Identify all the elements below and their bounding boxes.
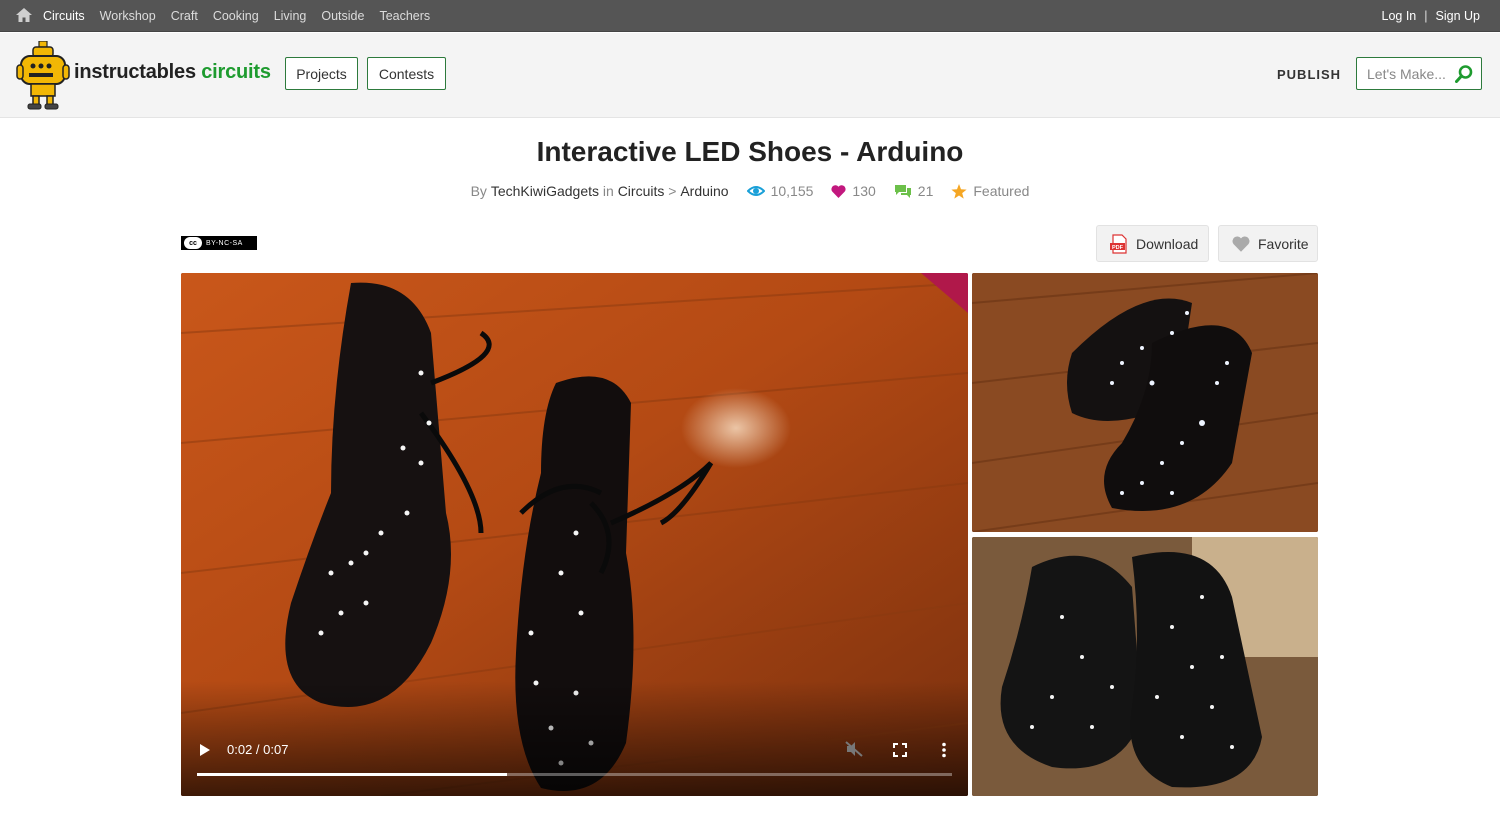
favorites-count: 130: [852, 183, 876, 199]
license-text: BY-NC-SA: [206, 239, 243, 247]
gallery-thumbnail-1[interactable]: [972, 273, 1318, 532]
author-link[interactable]: TechKiwiGadgets: [491, 183, 599, 199]
login-link[interactable]: Log In: [1382, 9, 1417, 23]
publish-button[interactable]: PUBLISH: [1277, 67, 1341, 82]
license-badge[interactable]: cc BY-NC-SA: [181, 236, 257, 250]
nav-link-circuits[interactable]: Circuits: [43, 9, 85, 23]
auth-separator: |: [1424, 9, 1428, 23]
subcategory-link[interactable]: Arduino: [680, 183, 728, 199]
projects-button[interactable]: Projects: [285, 57, 358, 90]
video-progress-bar[interactable]: [197, 773, 952, 776]
download-label: Download: [1136, 235, 1199, 252]
featured-label: Featured: [973, 183, 1030, 199]
category-links: Circuits Workshop Craft Cooking Living O…: [43, 0, 445, 32]
auth-links: Log In | Sign Up: [1382, 0, 1481, 32]
in-label: in: [602, 183, 614, 199]
favorite-heart-icon: [1232, 235, 1250, 252]
thumbnail-image: [972, 273, 1318, 532]
site-brand[interactable]: instructables circuits: [74, 61, 271, 84]
pdf-icon: PDF: [1110, 233, 1127, 254]
search-icon[interactable]: [1455, 65, 1473, 83]
nav-link-cooking[interactable]: Cooking: [213, 9, 259, 23]
heart-icon: [831, 184, 847, 198]
search-input[interactable]: Let's Make...: [1367, 66, 1446, 82]
nav-link-living[interactable]: Living: [274, 9, 307, 23]
thumbnail-image: [972, 537, 1318, 796]
search-box[interactable]: Let's Make...: [1356, 57, 1482, 90]
breadcrumb-separator: >: [668, 183, 677, 199]
brand-channel: circuits: [201, 61, 271, 83]
home-icon[interactable]: [16, 8, 32, 22]
views-eye-icon: [746, 186, 765, 196]
favorite-button[interactable]: Favorite: [1218, 225, 1318, 262]
category-link[interactable]: Circuits: [618, 183, 665, 199]
contests-button[interactable]: Contests: [367, 57, 446, 90]
more-options-icon[interactable]: [941, 742, 947, 758]
mute-icon[interactable]: [845, 741, 863, 757]
views-count: 10,155: [770, 183, 814, 199]
project-meta: By TechKiwiGadgets in Circuits > Arduino…: [0, 183, 1500, 199]
svg-text:PDF: PDF: [1112, 244, 1124, 250]
nav-link-workshop[interactable]: Workshop: [100, 9, 156, 23]
creative-commons-icon: cc: [184, 237, 202, 249]
fullscreen-icon[interactable]: [893, 743, 907, 757]
page-title: Interactive LED Shoes - Arduino: [536, 136, 964, 167]
gallery-thumbnail-2[interactable]: [972, 537, 1318, 796]
by-label: By: [470, 183, 487, 199]
video-progress-fill: [197, 773, 507, 776]
play-icon[interactable]: [199, 743, 211, 757]
project-video[interactable]: [181, 273, 968, 796]
nav-link-teachers[interactable]: Teachers: [379, 9, 430, 23]
signup-link[interactable]: Sign Up: [1436, 9, 1480, 23]
site-header: instructables circuits Projects Contests…: [0, 33, 1500, 118]
robot-logo-icon[interactable]: [15, 41, 71, 111]
nav-link-craft[interactable]: Craft: [171, 9, 198, 23]
nav-link-outside[interactable]: Outside: [321, 9, 364, 23]
video-time: 0:02 / 0:07: [227, 742, 289, 757]
comments-icon: [894, 184, 911, 198]
download-button[interactable]: PDF Download: [1096, 225, 1209, 262]
video-frame-image: [181, 273, 968, 796]
brand-name: instructables: [74, 61, 196, 83]
top-navigation-bar: Circuits Workshop Craft Cooking Living O…: [0, 0, 1500, 32]
comments-count: 21: [917, 183, 934, 199]
featured-star-icon: [951, 183, 967, 199]
favorite-label: Favorite: [1258, 235, 1309, 252]
